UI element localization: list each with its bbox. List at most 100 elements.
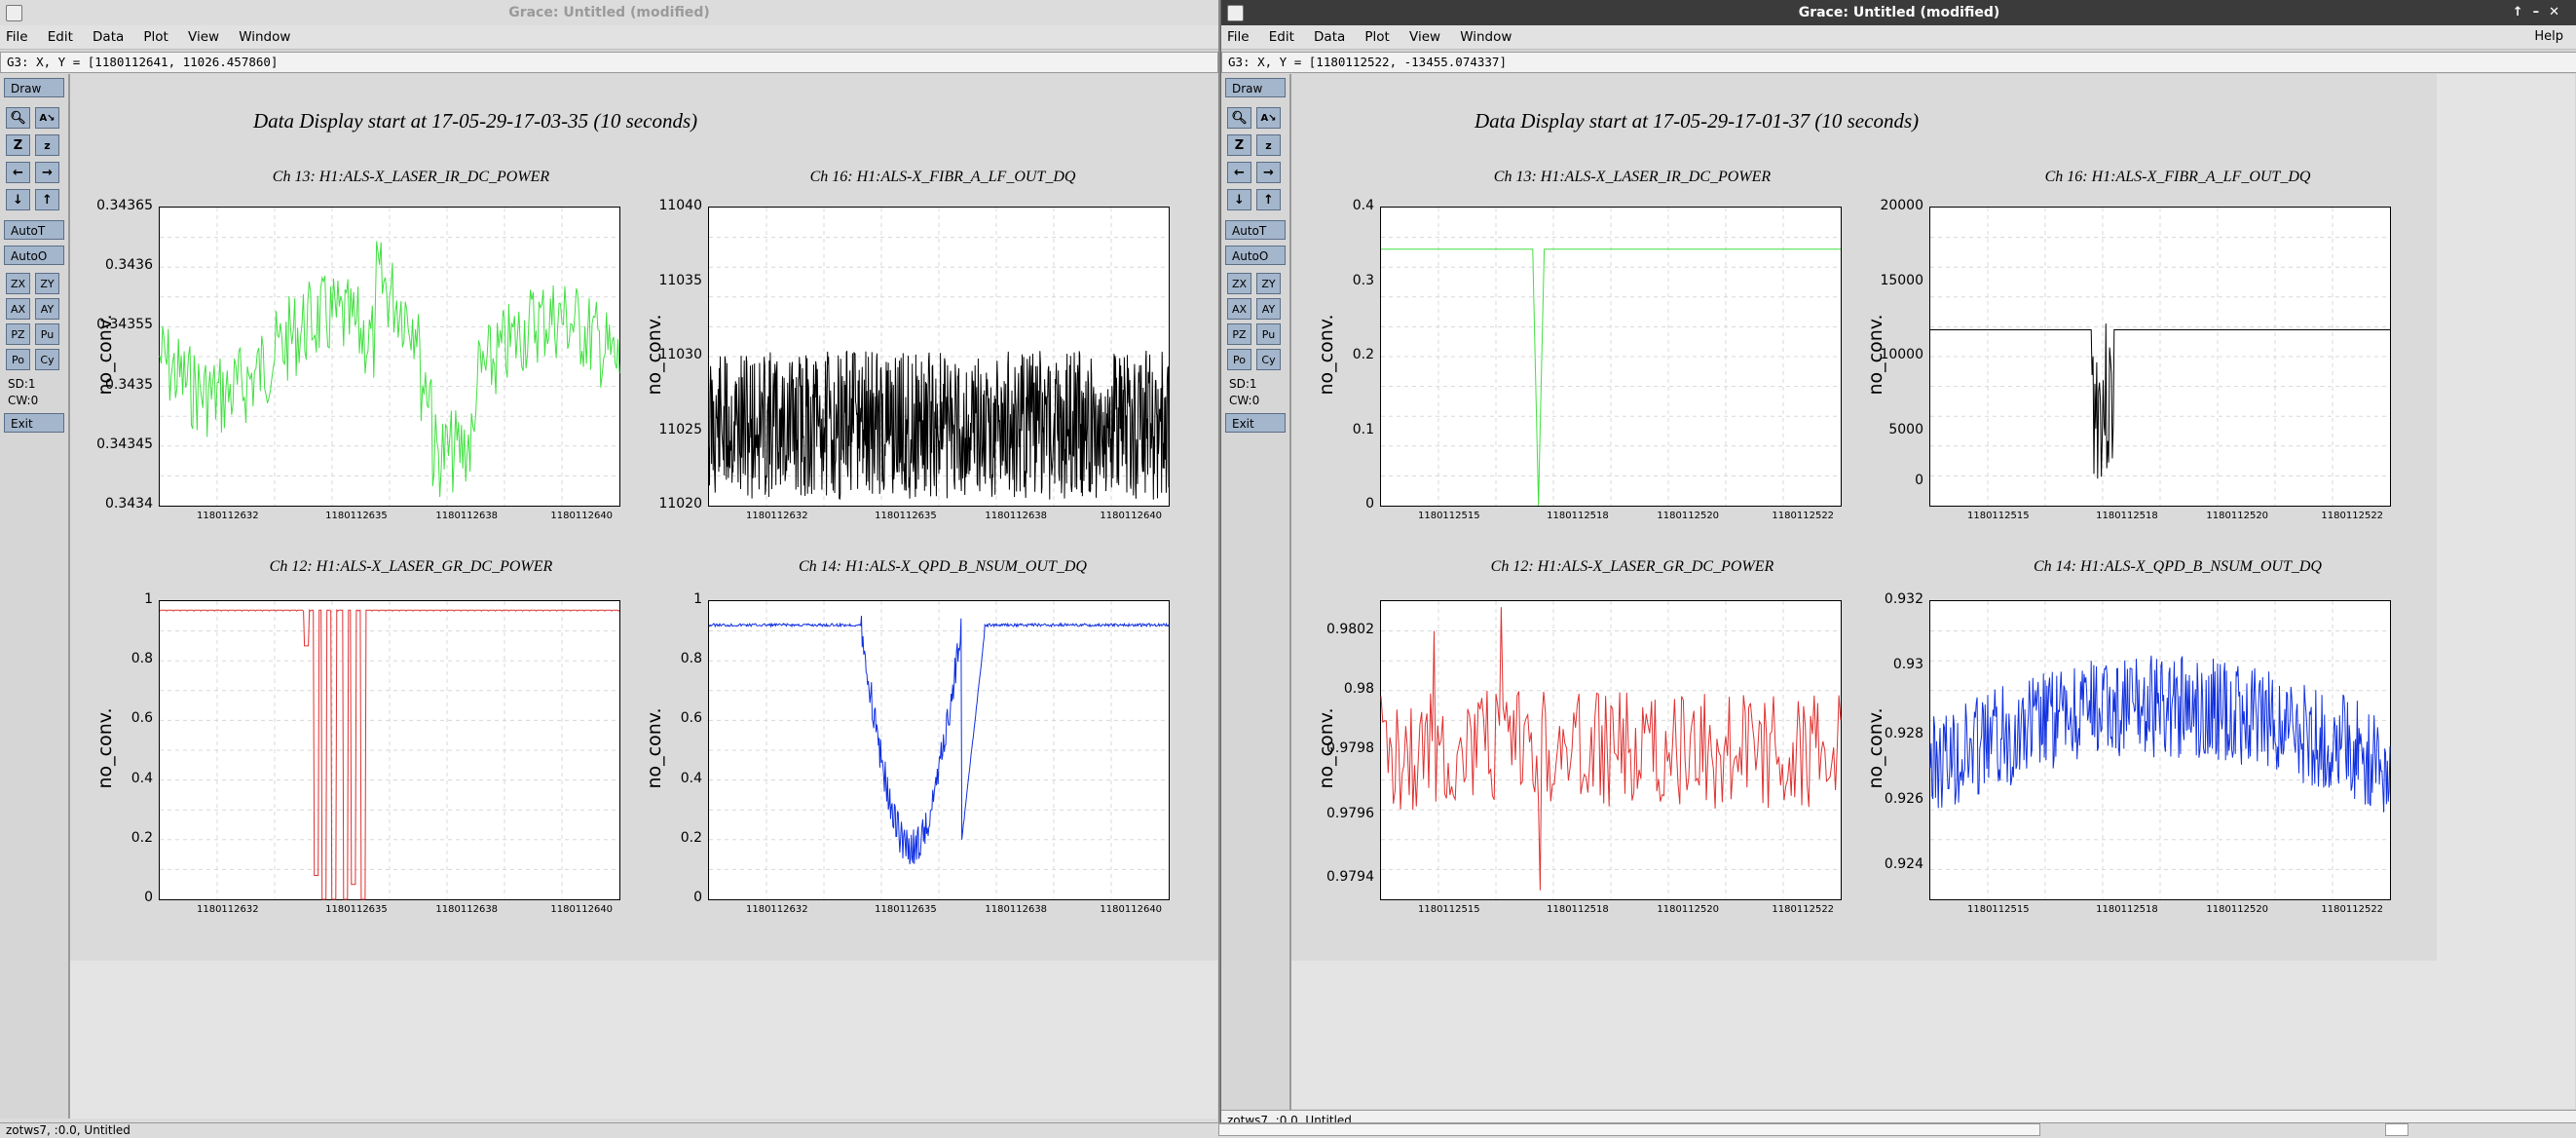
grace-window-left: Grace: Untitled (modified) File Edit Dat…	[0, 0, 1220, 1130]
up-arrow-icon[interactable]: ↑	[1256, 189, 1281, 210]
x-tick-label: 1180112632	[196, 904, 259, 915]
autot-button[interactable]: AutoT	[1225, 220, 1286, 240]
right-arrow-icon[interactable]: →	[35, 162, 59, 183]
po-button[interactable]: Po	[1227, 349, 1251, 370]
x-tick-label: 1180112518	[2096, 511, 2158, 521]
x-tick-label: 1180112638	[985, 904, 1048, 915]
y-tick-label: 0.34345	[96, 436, 153, 452]
coordinate-readout: G3: X, Y = [1180112641, 11026.457860]	[0, 52, 1218, 73]
y-tick-label: 11025	[658, 421, 702, 437]
pu-button[interactable]: Pu	[35, 323, 59, 345]
menu-data[interactable]: Data	[1314, 29, 1345, 45]
zoom-z-small-icon[interactable]: z	[35, 134, 59, 156]
plot-ch13[interactable]	[1380, 207, 1842, 507]
ax-button[interactable]: AX	[6, 298, 30, 320]
zoom-icon[interactable]: 🔍︎	[1227, 107, 1251, 129]
menu-edit[interactable]: Edit	[1269, 29, 1294, 45]
right-arrow-icon[interactable]: →	[1256, 162, 1281, 183]
maximize-icon[interactable]: ↑	[2513, 5, 2533, 19]
minimize-icon[interactable]: –	[2533, 5, 2550, 19]
scrollbar-handle[interactable]	[2385, 1123, 2408, 1136]
menu-help[interactable]: Help	[2534, 25, 2563, 49]
menu-view[interactable]: View	[188, 29, 219, 45]
menu-plot[interactable]: Plot	[1364, 29, 1389, 45]
app-icon[interactable]	[6, 5, 22, 21]
pz-button[interactable]: PZ	[1227, 323, 1251, 345]
menu-edit[interactable]: Edit	[48, 29, 73, 45]
menu-file[interactable]: File	[6, 29, 28, 45]
plot-svg	[1930, 208, 2390, 506]
y-tick-label: 0	[1915, 472, 1923, 488]
close-icon[interactable]: ✕	[2549, 5, 2569, 19]
zy-button[interactable]: ZY	[35, 273, 59, 294]
y-tick-label: 0.932	[1884, 591, 1923, 607]
draw-button[interactable]: Draw	[1225, 78, 1286, 97]
autoscale-small-icon[interactable]: A↘	[35, 107, 59, 129]
pu-button[interactable]: Pu	[1256, 323, 1281, 345]
zx-button[interactable]: ZX	[6, 273, 30, 294]
window-controls: ↑–✕	[2513, 0, 2569, 25]
down-arrow-icon[interactable]: ↓	[1227, 189, 1251, 210]
exit-button[interactable]: Exit	[1225, 413, 1286, 433]
menu-plot[interactable]: Plot	[143, 29, 168, 45]
menu-data[interactable]: Data	[93, 29, 124, 45]
y-tick-label: 0.2	[680, 829, 702, 846]
plot-title: Ch 12: H1:ALS-X_LASER_GR_DC_POWER	[1490, 558, 1774, 575]
menu-bar: File Edit Data Plot View Window Help	[1221, 25, 2576, 50]
cy-button[interactable]: Cy	[1256, 349, 1281, 370]
autot-button[interactable]: AutoT	[4, 220, 64, 240]
ay-button[interactable]: AY	[35, 298, 59, 320]
draw-button[interactable]: Draw	[4, 78, 64, 97]
zoom-icon[interactable]: 🔍︎	[6, 107, 30, 129]
plot-ch16[interactable]	[1929, 207, 2391, 507]
plot-ch14[interactable]	[1929, 600, 2391, 900]
po-button[interactable]: Po	[6, 349, 30, 370]
zx-button[interactable]: ZX	[1227, 273, 1251, 294]
app-icon[interactable]	[1227, 5, 1244, 21]
plot-canvas[interactable]: Data Display start at 17-05-29-17-03-35 …	[70, 74, 1217, 1130]
autoscale-small-icon[interactable]: A↘	[1256, 107, 1281, 129]
horizontal-scrollbar[interactable]	[1218, 1123, 2040, 1136]
zoom-z-icon[interactable]: Z	[1227, 134, 1251, 156]
plot-svg	[1381, 208, 1841, 507]
plot-ch13[interactable]	[159, 207, 620, 507]
zy-button[interactable]: ZY	[1256, 273, 1281, 294]
cy-button[interactable]: Cy	[35, 349, 59, 370]
data-series-line	[1930, 323, 2390, 479]
menu-file[interactable]: File	[1227, 29, 1250, 45]
zoom-z-icon[interactable]: Z	[6, 134, 30, 156]
zoom-z-small-icon[interactable]: z	[1256, 134, 1281, 156]
title-bar[interactable]: Grace: Untitled (modified) ↑–✕	[1221, 0, 2576, 25]
down-arrow-icon[interactable]: ↓	[6, 189, 30, 210]
cw-label: CW:0	[1229, 394, 1260, 407]
data-series-line	[708, 615, 1170, 865]
plot-ch14[interactable]	[708, 600, 1170, 900]
display-title: Data Display start at 17-05-29-17-03-35 …	[253, 109, 698, 133]
plot-svg	[708, 208, 1170, 506]
exit-button[interactable]: Exit	[4, 413, 64, 433]
autoo-button[interactable]: AutoO	[4, 246, 64, 265]
up-arrow-icon[interactable]: ↑	[35, 189, 59, 210]
ay-button[interactable]: AY	[1256, 298, 1281, 320]
y-tick-label: 0	[693, 890, 702, 905]
plot-ch16[interactable]	[708, 207, 1170, 507]
x-tick-label: 1180112640	[550, 511, 614, 521]
plot-ch12[interactable]	[159, 600, 620, 900]
menu-view[interactable]: View	[1409, 29, 1440, 45]
x-tick-label: 1180112515	[1417, 511, 1480, 521]
plot-ch12[interactable]	[1380, 600, 1842, 900]
toolbar: Draw 🔍︎ A↘ Z z ← → ↓ ↑ AutoT AutoO ZX ZY…	[0, 74, 70, 1130]
grace-window-right: Grace: Untitled (modified) ↑–✕ File Edit…	[1220, 0, 2576, 1130]
pz-button[interactable]: PZ	[6, 323, 30, 345]
title-bar[interactable]: Grace: Untitled (modified)	[0, 0, 1218, 25]
plot-canvas[interactable]: Data Display start at 17-05-29-17-01-37 …	[1291, 74, 2575, 1109]
x-tick-label: 1180112518	[2096, 904, 2158, 915]
menu-window[interactable]: Window	[1460, 29, 1512, 45]
autoo-button[interactable]: AutoO	[1225, 246, 1286, 265]
menu-window[interactable]: Window	[239, 29, 290, 45]
y-tick-label: 1	[693, 591, 702, 607]
left-arrow-icon[interactable]: ←	[1227, 162, 1251, 183]
y-axis-label: no_conv.	[1316, 707, 1337, 789]
ax-button[interactable]: AX	[1227, 298, 1251, 320]
left-arrow-icon[interactable]: ←	[6, 162, 30, 183]
